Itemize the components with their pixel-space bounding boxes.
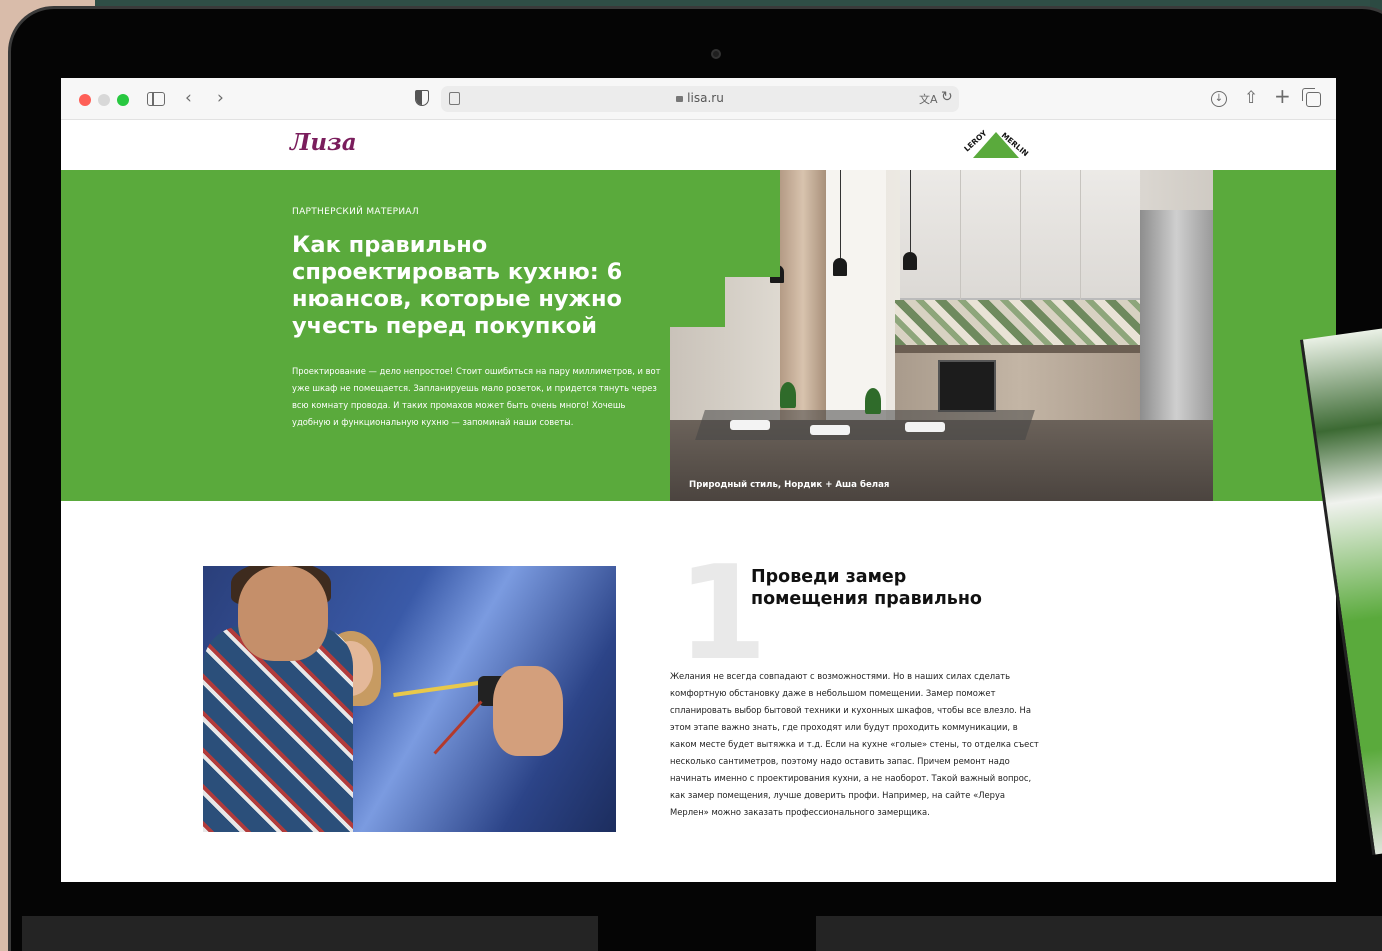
laptop-base-left bbox=[22, 916, 598, 951]
leroy-merlin-logo[interactable]: MERLIN LEROY bbox=[961, 122, 1031, 166]
address-bar[interactable]: lisa.ru 文A ↻ bbox=[441, 86, 959, 112]
translate-icon[interactable]: 文A bbox=[919, 91, 938, 107]
minimize-window-button[interactable] bbox=[98, 94, 110, 106]
article-lead: Проектирование — дело непростое! Стоит о… bbox=[292, 366, 661, 427]
url-text: lisa.ru bbox=[687, 91, 724, 105]
url-display: lisa.ru bbox=[441, 91, 959, 105]
lisa-logo[interactable]: Лиза bbox=[290, 129, 357, 156]
share-icon[interactable]: ⇧ bbox=[1244, 88, 1258, 108]
measuring-photo bbox=[203, 566, 616, 832]
browser-toolbar: ‹ › lisa.ru 文A ↻ ↓ ⇧ + bbox=[61, 78, 1336, 120]
step-title: Проведи замер помещения правильно bbox=[751, 567, 982, 609]
article-title: Как правильно спроектировать кухню: 6 ню… bbox=[292, 232, 623, 339]
new-tab-icon[interactable]: + bbox=[1274, 86, 1291, 106]
sidebar-icon[interactable] bbox=[147, 92, 165, 106]
partner-label: ПАРТНЕРСКИЙ МАТЕРИАЛ bbox=[292, 207, 419, 217]
site-header: Лиза MERLIN LEROY bbox=[61, 120, 1336, 170]
step-body: Желания не всегда совпадают с возможност… bbox=[670, 671, 1039, 817]
tab-overview-icon[interactable] bbox=[1302, 88, 1321, 107]
photo-caption: Природный стиль, Нордик + Аша белая bbox=[689, 480, 890, 490]
lock-icon bbox=[676, 96, 684, 102]
close-window-button[interactable] bbox=[79, 94, 91, 106]
camera-icon bbox=[711, 49, 721, 59]
browser-window: ‹ › lisa.ru 文A ↻ ↓ ⇧ + Лиза MERLIN LEROY… bbox=[61, 78, 1336, 882]
zoom-window-button[interactable] bbox=[117, 94, 129, 106]
forward-icon[interactable]: › bbox=[217, 88, 224, 108]
privacy-shield-icon[interactable] bbox=[415, 90, 429, 106]
back-icon[interactable]: ‹ bbox=[185, 88, 192, 108]
laptop-base-right bbox=[816, 916, 1382, 951]
hero-banner: ПАРТНЕРСКИЙ МАТЕРИАЛ Как правильно спрое… bbox=[61, 170, 1336, 501]
reload-icon[interactable]: ↻ bbox=[941, 89, 953, 105]
kitchen-photo: Природный стиль, Нордик + Аша белая bbox=[670, 170, 1213, 501]
download-icon[interactable]: ↓ bbox=[1211, 91, 1227, 107]
